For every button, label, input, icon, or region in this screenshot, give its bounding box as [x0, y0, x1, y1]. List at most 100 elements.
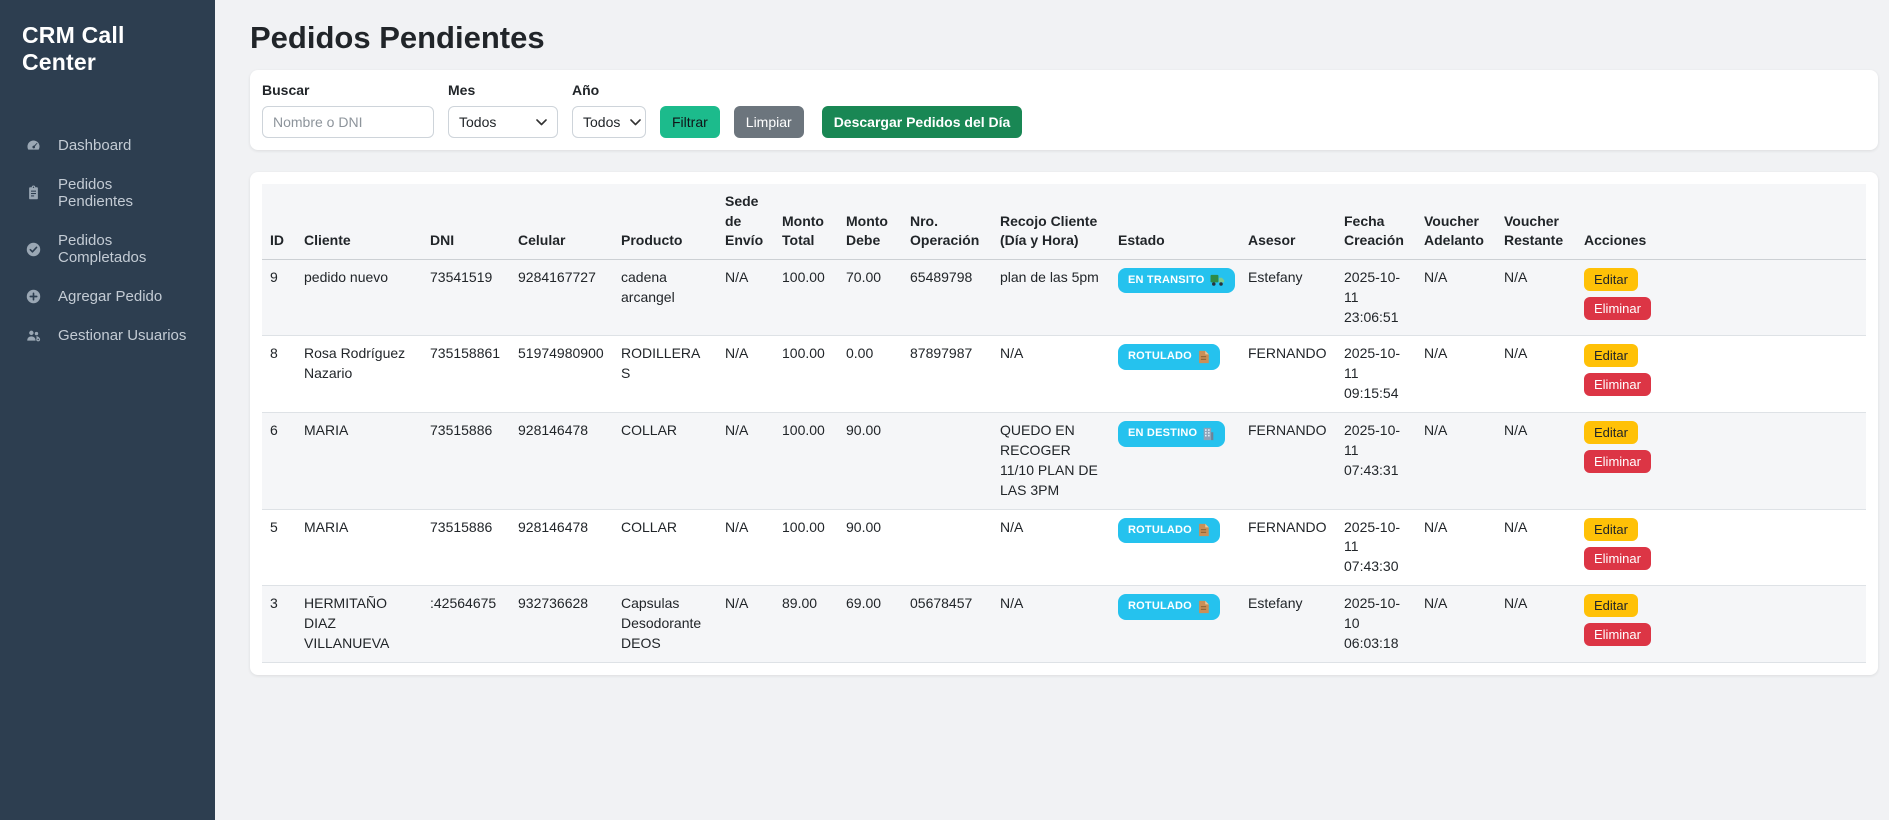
package-icon [1197, 523, 1210, 537]
edit-button[interactable]: Editar [1584, 518, 1638, 541]
cell-monto-total: 100.00 [774, 336, 838, 413]
edit-button[interactable]: Editar [1584, 268, 1638, 291]
column-header: DNI [422, 184, 510, 259]
sidebar-item-agregar-pedido[interactable]: Agregar Pedido [0, 277, 215, 316]
column-header: Acciones [1576, 184, 1866, 259]
cell-monto-debe: 90.00 [838, 509, 902, 586]
month-select-value: Todos [459, 114, 496, 130]
cell-sede: N/A [717, 413, 774, 510]
column-header: Cliente [296, 184, 422, 259]
cell-dni: 735158861 [422, 336, 510, 413]
gauge-icon [24, 137, 43, 154]
cell-cliente: MARIA [296, 413, 422, 510]
cell-recojo: plan de las 5pm [992, 259, 1110, 336]
cell-fecha-creacion: 2025-10-11 07:43:31 [1336, 413, 1416, 510]
cell-dni: :42564675 [422, 586, 510, 663]
package-icon [1197, 350, 1210, 364]
cell-celular: 928146478 [510, 413, 613, 510]
cell-recojo: QUEDO EN RECOGER 11/10 PLAN DE LAS 3PM [992, 413, 1110, 510]
delete-button[interactable]: Eliminar [1584, 547, 1651, 570]
status-label: ROTULADO [1128, 349, 1192, 365]
cell-producto: Capsulas Desodorante DEOS [613, 586, 717, 663]
column-header: Voucher Adelanto [1416, 184, 1496, 259]
chevron-down-icon [630, 119, 641, 126]
main-content: Pedidos Pendientes Buscar Mes Todos Año [215, 0, 1889, 820]
cell-monto-total: 100.00 [774, 509, 838, 586]
cell-celular: 51974980900 [510, 336, 613, 413]
cell-cliente: HERMITAÑO DIAZ VILLANUEVA [296, 586, 422, 663]
table-row: 5MARIA73515886928146478COLLARN/A100.0090… [262, 509, 1866, 586]
clear-button[interactable]: Limpiar [734, 106, 804, 138]
delete-button[interactable]: Eliminar [1584, 623, 1651, 646]
edit-button[interactable]: Editar [1584, 594, 1638, 617]
column-header: Monto Debe [838, 184, 902, 259]
delete-button[interactable]: Eliminar [1584, 373, 1651, 396]
cell-fecha-creacion: 2025-10-11 23:06:51 [1336, 259, 1416, 336]
sidebar-item-gestionar-usuarios[interactable]: Gestionar Usuarios [0, 316, 215, 355]
cell-id: 3 [262, 586, 296, 663]
cell-voucher-restante: N/A [1496, 586, 1576, 663]
cell-celular: 9284167727 [510, 259, 613, 336]
month-select[interactable]: Todos [448, 106, 558, 138]
status-badge: ROTULADO [1118, 518, 1220, 544]
truck-icon [1210, 274, 1225, 287]
filter-button[interactable]: Filtrar [660, 106, 720, 138]
table-header-row: IDClienteDNICelularProductoSede de Envío… [262, 184, 1866, 259]
column-header: Asesor [1240, 184, 1336, 259]
plus-circle-icon [24, 288, 43, 305]
month-label: Mes [448, 82, 558, 98]
sidebar-item-dashboard[interactable]: Dashboard [0, 126, 215, 165]
status-badge: EN TRANSITO [1118, 268, 1235, 294]
cell-id: 5 [262, 509, 296, 586]
cell-monto-total: 100.00 [774, 413, 838, 510]
cell-recojo: N/A [992, 586, 1110, 663]
cell-cliente: MARIA [296, 509, 422, 586]
cell-fecha-creacion: 2025-10-11 09:15:54 [1336, 336, 1416, 413]
cell-dni: 73515886 [422, 509, 510, 586]
cell-voucher-adelanto: N/A [1416, 413, 1496, 510]
column-header: Voucher Restante [1496, 184, 1576, 259]
table-row: 8Rosa Rodríguez Nazario73515886151974980… [262, 336, 1866, 413]
cell-monto-debe: 70.00 [838, 259, 902, 336]
cell-monto-total: 89.00 [774, 586, 838, 663]
cell-monto-debe: 69.00 [838, 586, 902, 663]
sidebar-item-label: Agregar Pedido [58, 288, 162, 305]
status-badge: ROTULADO [1118, 344, 1220, 370]
sidebar-item-pedidos-pendientes[interactable]: Pedidos Pendientes [0, 165, 215, 221]
clipboard-icon [24, 185, 43, 201]
cell-fecha-creacion: 2025-10-11 07:43:30 [1336, 509, 1416, 586]
cell-voucher-restante: N/A [1496, 509, 1576, 586]
edit-button[interactable]: Editar [1584, 344, 1638, 367]
sidebar-item-label: Pedidos Pendientes [58, 176, 191, 210]
delete-button[interactable]: Eliminar [1584, 297, 1651, 320]
cell-dni: 73515886 [422, 413, 510, 510]
cell-id: 9 [262, 259, 296, 336]
sidebar-item-pedidos-completados[interactable]: Pedidos Completados [0, 221, 215, 277]
status-badge: ROTULADO [1118, 594, 1220, 620]
status-label: EN DESTINO [1128, 426, 1197, 442]
table-row: 3HERMITAÑO DIAZ VILLANUEVA:4256467593273… [262, 586, 1866, 663]
cell-sede: N/A [717, 259, 774, 336]
sidebar-item-label: Pedidos Completados [58, 232, 191, 266]
column-header: ID [262, 184, 296, 259]
delete-button[interactable]: Eliminar [1584, 450, 1651, 473]
cell-nro-operacion [902, 509, 992, 586]
search-input[interactable] [262, 106, 434, 138]
cell-acciones: Editar Eliminar [1576, 413, 1866, 510]
sidebar-nav: Dashboard Pedidos Pendientes Pedidos Compl… [0, 126, 215, 355]
download-orders-button[interactable]: Descargar Pedidos del Día [822, 106, 1023, 138]
table-row: 6MARIA73515886928146478COLLARN/A100.0090… [262, 413, 1866, 510]
cell-voucher-adelanto: N/A [1416, 259, 1496, 336]
cell-monto-total: 100.00 [774, 259, 838, 336]
column-header: Fecha Creación [1336, 184, 1416, 259]
year-select[interactable]: Todos [572, 106, 646, 138]
edit-button[interactable]: Editar [1584, 421, 1638, 444]
cell-asesor: FERNANDO [1240, 413, 1336, 510]
search-field-group: Buscar [262, 82, 434, 138]
cell-monto-debe: 0.00 [838, 336, 902, 413]
orders-table: IDClienteDNICelularProductoSede de Envío… [262, 184, 1866, 663]
cell-nro-operacion [902, 413, 992, 510]
cell-id: 6 [262, 413, 296, 510]
cell-nro-operacion: 05678457 [902, 586, 992, 663]
cell-celular: 928146478 [510, 509, 613, 586]
